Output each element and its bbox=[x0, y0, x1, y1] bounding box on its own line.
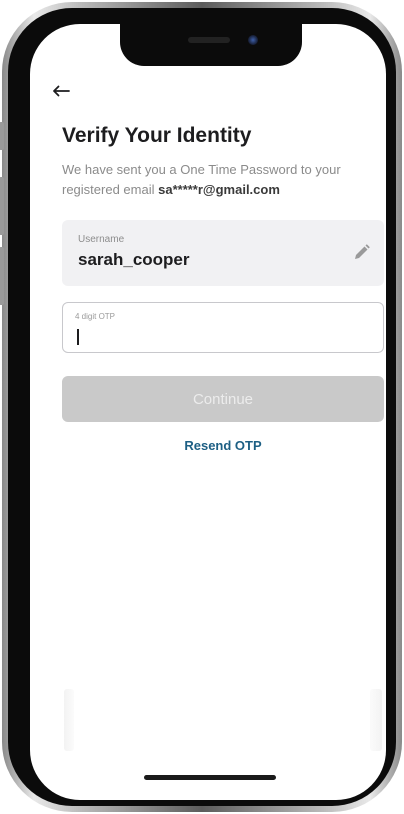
edit-username-button[interactable] bbox=[350, 242, 372, 264]
keyboard-edge-left bbox=[64, 689, 74, 751]
otp-input[interactable] bbox=[73, 325, 363, 347]
text-caret bbox=[77, 329, 79, 345]
username-label: Username bbox=[78, 234, 125, 245]
app-screen: Verify Your Identity We have sent you a … bbox=[30, 24, 386, 800]
username-value: sarah_cooper bbox=[78, 250, 190, 269]
volume-up-button bbox=[0, 177, 4, 235]
otp-field[interactable]: 4 digit OTP bbox=[62, 302, 384, 353]
speaker-grille bbox=[188, 37, 230, 43]
home-indicator[interactable] bbox=[144, 775, 276, 780]
otp-instructions: We have sent you a One Time Password to … bbox=[62, 160, 382, 200]
masked-email: sa*****r@gmail.com bbox=[158, 182, 280, 197]
resend-otp-link[interactable]: Resend OTP bbox=[30, 438, 386, 453]
front-camera-icon bbox=[248, 35, 258, 45]
keyboard-edge-right bbox=[370, 689, 382, 751]
mute-switch bbox=[0, 122, 4, 150]
volume-down-button bbox=[0, 247, 4, 305]
arrow-left-icon bbox=[53, 85, 70, 97]
pencil-icon bbox=[355, 244, 370, 259]
otp-label: 4 digit OTP bbox=[75, 312, 116, 321]
notch bbox=[120, 24, 302, 66]
back-button[interactable] bbox=[46, 76, 76, 106]
continue-button[interactable]: Continue bbox=[62, 376, 384, 422]
username-field: Username sarah_cooper bbox=[62, 220, 384, 286]
page-title: Verify Your Identity bbox=[62, 124, 252, 147]
